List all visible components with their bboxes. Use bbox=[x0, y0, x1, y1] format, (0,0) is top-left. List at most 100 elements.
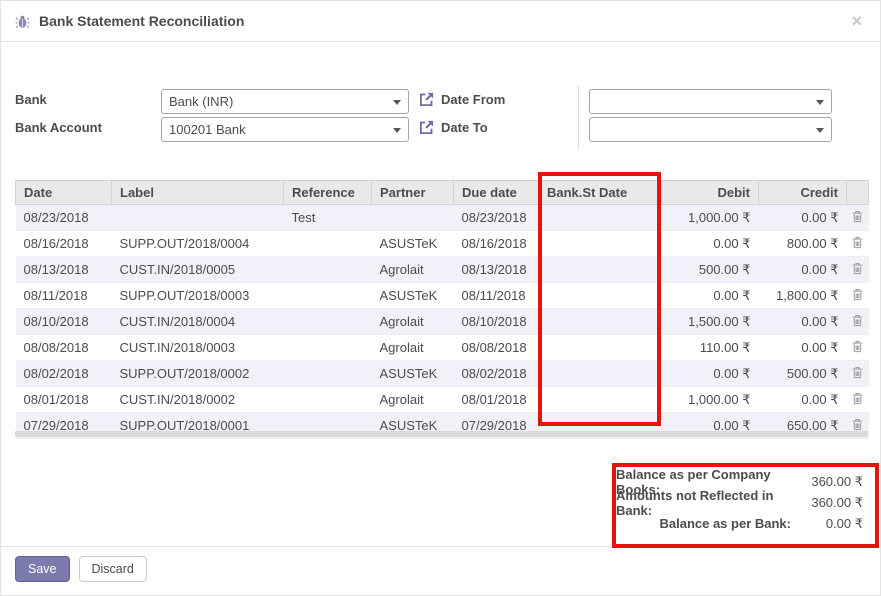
cell-actions bbox=[847, 309, 869, 335]
trash-icon[interactable] bbox=[851, 418, 864, 431]
cell-label: CUST.IN/2018/0005 bbox=[112, 257, 284, 283]
summary-value-company-books: 360.00 ₹ bbox=[798, 474, 863, 490]
trash-icon[interactable] bbox=[851, 210, 864, 223]
cell-partner: ASUSTeK bbox=[372, 361, 454, 387]
table-row[interactable]: 08/11/2018 SUPP.OUT/2018/0003 ASUSTeK 08… bbox=[16, 283, 869, 309]
table-header-row: Date Label Reference Partner Due date Ba… bbox=[16, 181, 869, 205]
summary-value-per-bank: 0.00 ₹ bbox=[791, 516, 863, 532]
date-to-label: Date To bbox=[441, 120, 488, 135]
cell-actions bbox=[847, 387, 869, 413]
cell-debit: 1,500.00 ₹ bbox=[662, 309, 759, 335]
column-header-bank-st-date[interactable]: Bank.St Date bbox=[539, 181, 662, 205]
cell-bank-st-date bbox=[539, 387, 662, 413]
cell-reference: Test bbox=[284, 205, 372, 231]
cell-date: 08/16/2018 bbox=[16, 231, 112, 257]
cell-credit: 500.00 ₹ bbox=[759, 361, 847, 387]
column-header-label[interactable]: Label bbox=[112, 181, 284, 205]
column-header-date[interactable]: Date bbox=[16, 181, 112, 205]
cell-debit: 1,000.00 ₹ bbox=[662, 205, 759, 231]
form-divider bbox=[578, 86, 579, 150]
cell-reference bbox=[284, 283, 372, 309]
cell-reference bbox=[284, 257, 372, 283]
cell-credit: 800.00 ₹ bbox=[759, 231, 847, 257]
trash-icon[interactable] bbox=[851, 340, 864, 353]
column-header-credit[interactable]: Credit bbox=[759, 181, 847, 205]
table-row[interactable]: 08/08/2018 CUST.IN/2018/0003 Agrolait 08… bbox=[16, 335, 869, 361]
cell-due-date: 08/08/2018 bbox=[454, 335, 539, 361]
cell-debit: 0.00 ₹ bbox=[662, 361, 759, 387]
cell-label: SUPP.OUT/2018/0004 bbox=[112, 231, 284, 257]
cell-debit: 500.00 ₹ bbox=[662, 257, 759, 283]
cell-partner: Agrolait bbox=[372, 257, 454, 283]
cell-reference bbox=[284, 231, 372, 257]
footer-actions: Save Discard bbox=[15, 556, 147, 582]
date-to-select[interactable] bbox=[589, 117, 832, 142]
cell-due-date: 08/02/2018 bbox=[454, 361, 539, 387]
cell-partner: ASUSTeK bbox=[372, 283, 454, 309]
cell-due-date: 08/16/2018 bbox=[454, 231, 539, 257]
bank-account-select-value: 100201 Bank bbox=[169, 122, 246, 137]
cell-actions bbox=[847, 361, 869, 387]
summary-label-per-bank: Balance as per Bank: bbox=[659, 516, 791, 531]
column-header-actions bbox=[847, 181, 869, 205]
modal-header: Bank Statement Reconciliation × bbox=[1, 1, 880, 42]
cell-reference bbox=[284, 387, 372, 413]
cell-due-date: 08/11/2018 bbox=[454, 283, 539, 309]
trash-icon[interactable] bbox=[851, 288, 864, 301]
bank-select[interactable]: Bank (INR) bbox=[161, 89, 409, 114]
cell-label: CUST.IN/2018/0004 bbox=[112, 309, 284, 335]
modal-dialog: Bank Statement Reconciliation × Bank Ban… bbox=[0, 0, 881, 596]
annotation-box-balance-summary: Balance as per Company Books: 360.00 ₹ A… bbox=[612, 463, 879, 548]
bank-account-select[interactable]: 100201 Bank bbox=[161, 117, 409, 142]
cell-due-date: 08/10/2018 bbox=[454, 309, 539, 335]
cell-credit: 0.00 ₹ bbox=[759, 309, 847, 335]
cell-label bbox=[112, 205, 284, 231]
cell-due-date: 08/13/2018 bbox=[454, 257, 539, 283]
cell-bank-st-date bbox=[539, 283, 662, 309]
cell-date: 08/13/2018 bbox=[16, 257, 112, 283]
cell-debit: 1,000.00 ₹ bbox=[662, 387, 759, 413]
chevron-down-icon bbox=[393, 128, 401, 133]
column-header-partner[interactable]: Partner bbox=[372, 181, 454, 205]
trash-icon[interactable] bbox=[851, 314, 864, 327]
cell-label: SUPP.OUT/2018/0003 bbox=[112, 283, 284, 309]
column-header-reference[interactable]: Reference bbox=[284, 181, 372, 205]
cell-partner: Agrolait bbox=[372, 335, 454, 361]
external-link-icon[interactable] bbox=[418, 91, 435, 108]
cell-bank-st-date bbox=[539, 361, 662, 387]
table-row[interactable]: 08/23/2018 Test 08/23/2018 1,000.00 ₹ 0.… bbox=[16, 205, 869, 231]
cell-due-date: 08/23/2018 bbox=[454, 205, 539, 231]
cell-actions bbox=[847, 335, 869, 361]
cell-date: 08/02/2018 bbox=[16, 361, 112, 387]
cell-date: 08/08/2018 bbox=[16, 335, 112, 361]
column-header-debit[interactable]: Debit bbox=[662, 181, 759, 205]
column-header-due-date[interactable]: Due date bbox=[454, 181, 539, 205]
cell-reference bbox=[284, 361, 372, 387]
trash-icon[interactable] bbox=[851, 236, 864, 249]
cell-credit: 0.00 ₹ bbox=[759, 205, 847, 231]
table-row[interactable]: 08/10/2018 CUST.IN/2018/0004 Agrolait 08… bbox=[16, 309, 869, 335]
table-body: 08/23/2018 Test 08/23/2018 1,000.00 ₹ 0.… bbox=[16, 205, 869, 439]
table-row[interactable]: 08/13/2018 CUST.IN/2018/0005 Agrolait 08… bbox=[16, 257, 869, 283]
close-icon[interactable]: × bbox=[847, 10, 866, 32]
table-row[interactable]: 08/02/2018 SUPP.OUT/2018/0002 ASUSTeK 08… bbox=[16, 361, 869, 387]
cell-date: 08/10/2018 bbox=[16, 309, 112, 335]
cell-credit: 0.00 ₹ bbox=[759, 335, 847, 361]
horizontal-scrollbar[interactable] bbox=[15, 431, 868, 437]
save-button[interactable]: Save bbox=[15, 556, 70, 582]
table-row[interactable]: 08/16/2018 SUPP.OUT/2018/0004 ASUSTeK 08… bbox=[16, 231, 869, 257]
cell-bank-st-date bbox=[539, 205, 662, 231]
summary-value-not-reflected: 360.00 ₹ bbox=[797, 495, 863, 511]
summary-row: Amounts not Reflected in Bank: 360.00 ₹ bbox=[616, 492, 863, 513]
summary-label-not-reflected: Amounts not Reflected in Bank: bbox=[616, 488, 797, 518]
trash-icon[interactable] bbox=[851, 262, 864, 275]
trash-icon[interactable] bbox=[851, 392, 864, 405]
cell-credit: 0.00 ₹ bbox=[759, 387, 847, 413]
external-link-icon[interactable] bbox=[418, 119, 435, 136]
chevron-down-icon bbox=[393, 100, 401, 105]
bank-select-value: Bank (INR) bbox=[169, 94, 233, 109]
trash-icon[interactable] bbox=[851, 366, 864, 379]
discard-button[interactable]: Discard bbox=[79, 556, 147, 582]
table-row[interactable]: 08/01/2018 CUST.IN/2018/0002 Agrolait 08… bbox=[16, 387, 869, 413]
date-from-select[interactable] bbox=[589, 89, 832, 114]
